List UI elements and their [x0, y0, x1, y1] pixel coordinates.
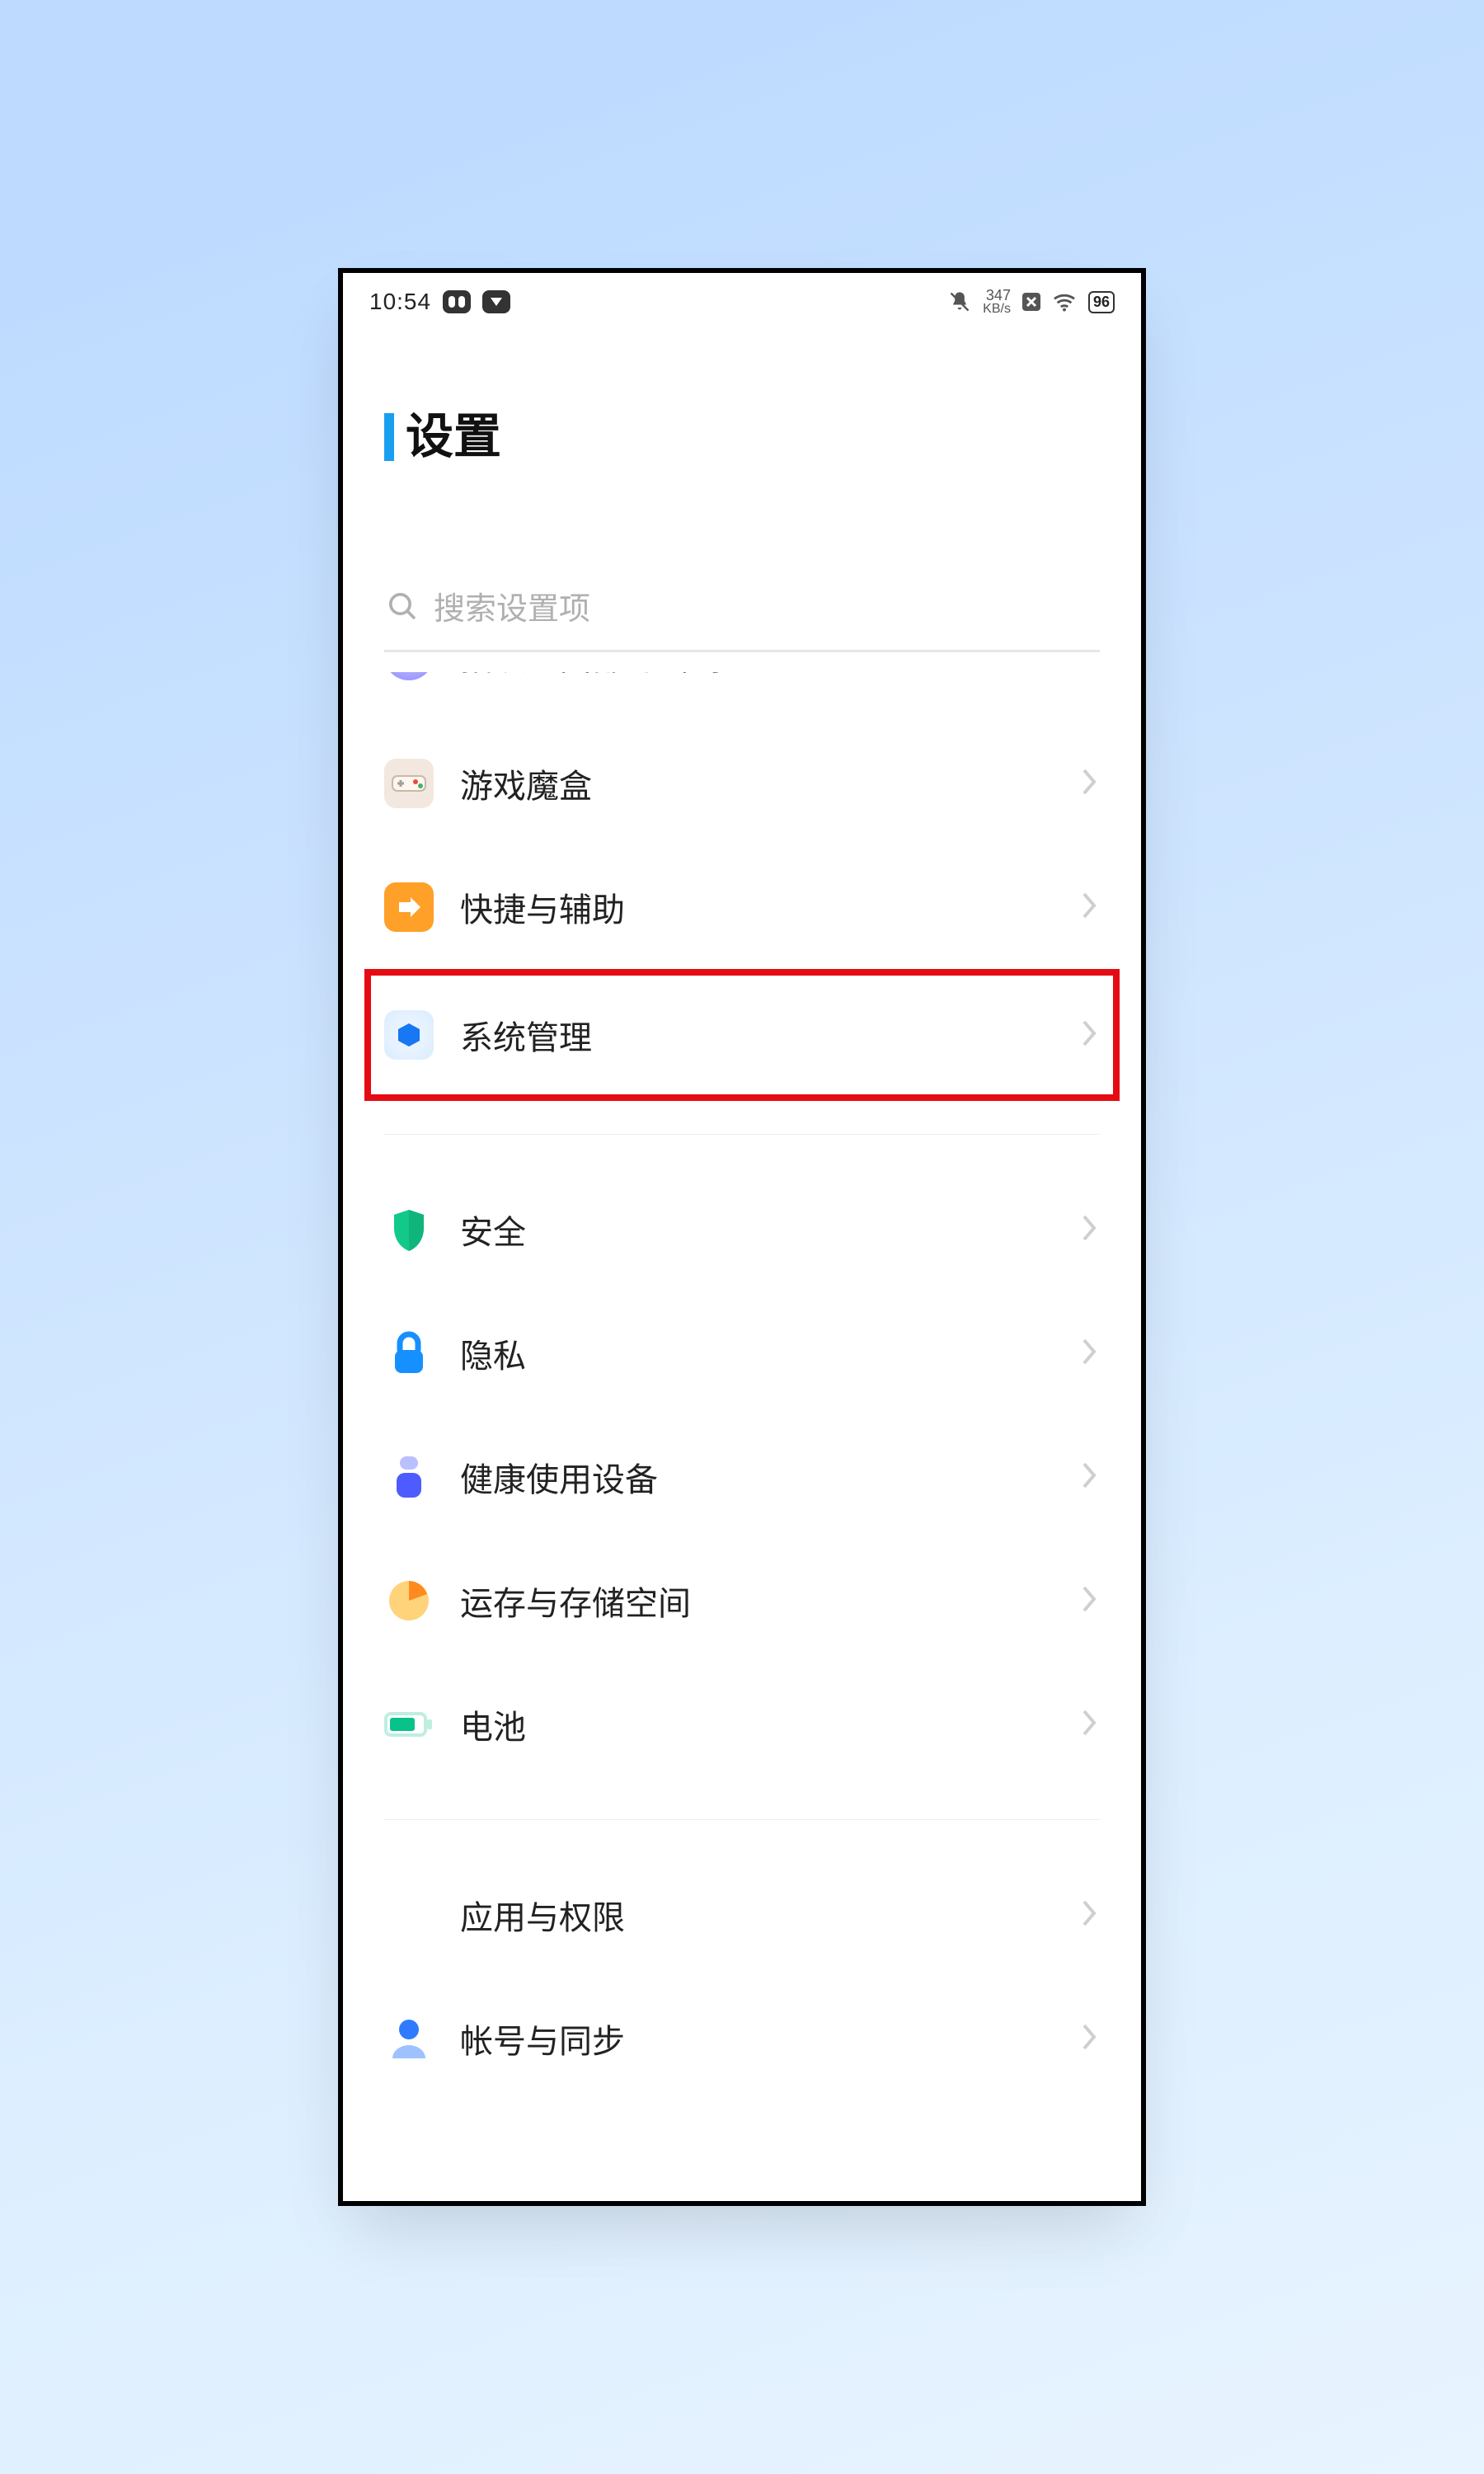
- status-app-icon-2: [482, 290, 510, 313]
- security-icon: [384, 1205, 434, 1254]
- list-divider: [384, 1819, 1100, 1820]
- gamebox-icon: [384, 759, 434, 808]
- battery-icon: [384, 1700, 434, 1749]
- row-label: 指纹、面部与密码: [460, 672, 1052, 680]
- chevron-right-icon: [1078, 1211, 1100, 1249]
- chevron-right-icon: [1078, 1583, 1100, 1620]
- row-label: 帐号与同步: [460, 2015, 1052, 2062]
- page-title-row: 设置: [343, 331, 1141, 477]
- search-input[interactable]: 搜索设置项: [384, 576, 1100, 652]
- settings-row-storage[interactable]: 运存与存储空间: [384, 1539, 1100, 1663]
- chevron-right-icon: [1078, 672, 1100, 675]
- privacy-icon: [384, 1329, 434, 1378]
- chevron-right-icon: [1078, 1706, 1100, 1743]
- row-label: 健康使用设备: [460, 1453, 1052, 1501]
- shortcut-icon: [384, 882, 434, 932]
- row-label: 运存与存储空间: [460, 1577, 1052, 1625]
- settings-row-shortcut[interactable]: 快捷与辅助: [384, 845, 1100, 969]
- chevron-right-icon: [1078, 1459, 1100, 1496]
- status-time: 10:54: [369, 289, 431, 315]
- settings-row-privacy[interactable]: 隐私: [384, 1291, 1100, 1415]
- settings-row-security[interactable]: 安全: [384, 1168, 1100, 1291]
- chevron-right-icon: [1078, 1335, 1100, 1372]
- status-bar: 10:54 347 KB/s 96: [343, 273, 1141, 331]
- settings-row-gamebox[interactable]: 游戏魔盒: [384, 722, 1100, 845]
- row-label: 系统管理: [460, 1011, 1052, 1059]
- settings-row-system[interactable]: 系统管理: [364, 969, 1120, 1101]
- row-label: 应用与权限: [460, 1891, 1052, 1939]
- settings-row-fingerprint[interactable]: 指纹、面部与密码: [384, 672, 1100, 722]
- battery-indicator: 96: [1088, 291, 1115, 313]
- chevron-right-icon: [1078, 2020, 1100, 2058]
- settings-row-apps[interactable]: 应用与权限: [384, 1853, 1100, 1977]
- chevron-right-icon: [1078, 1897, 1100, 1934]
- wifi-icon: [1052, 292, 1077, 312]
- chevron-right-icon: [1078, 765, 1100, 802]
- mute-icon: [948, 290, 971, 313]
- settings-row-account[interactable]: 帐号与同步: [384, 1977, 1100, 2100]
- status-left: 10:54: [369, 289, 510, 315]
- page-title: 设置: [384, 413, 1100, 461]
- chevron-right-icon: [1078, 1017, 1100, 1054]
- row-label: 快捷与辅助: [460, 883, 1052, 931]
- chevron-right-icon: [1078, 889, 1100, 926]
- settings-row-battery[interactable]: 电池: [384, 1663, 1100, 1786]
- search-wrap: 搜索设置项: [343, 477, 1141, 672]
- settings-row-health[interactable]: 健康使用设备: [384, 1415, 1100, 1539]
- health-icon: [384, 1452, 434, 1502]
- row-label: 安全: [460, 1206, 1052, 1253]
- apps-icon: [384, 1890, 434, 1940]
- phone-frame: 10:54 347 KB/s 96 设置: [338, 268, 1146, 2206]
- row-label: 游戏魔盒: [460, 760, 1052, 807]
- fingerprint-icon: [384, 672, 434, 680]
- system-icon: [384, 1010, 434, 1060]
- row-label: 电池: [460, 1700, 1052, 1748]
- account-icon: [384, 2014, 434, 2063]
- settings-list: 指纹、面部与密码 游戏魔盒 快捷与辅助: [343, 672, 1141, 2100]
- no-sim-icon: [1022, 293, 1040, 311]
- storage-icon: [384, 1576, 434, 1625]
- status-app-icon-1: [443, 290, 471, 313]
- network-speed: 347 KB/s: [983, 288, 1011, 316]
- search-placeholder: 搜索设置项: [434, 583, 590, 628]
- search-icon: [386, 590, 419, 623]
- status-right: 347 KB/s 96: [948, 288, 1115, 316]
- row-label: 隐私: [460, 1329, 1052, 1377]
- list-divider: [384, 1134, 1100, 1135]
